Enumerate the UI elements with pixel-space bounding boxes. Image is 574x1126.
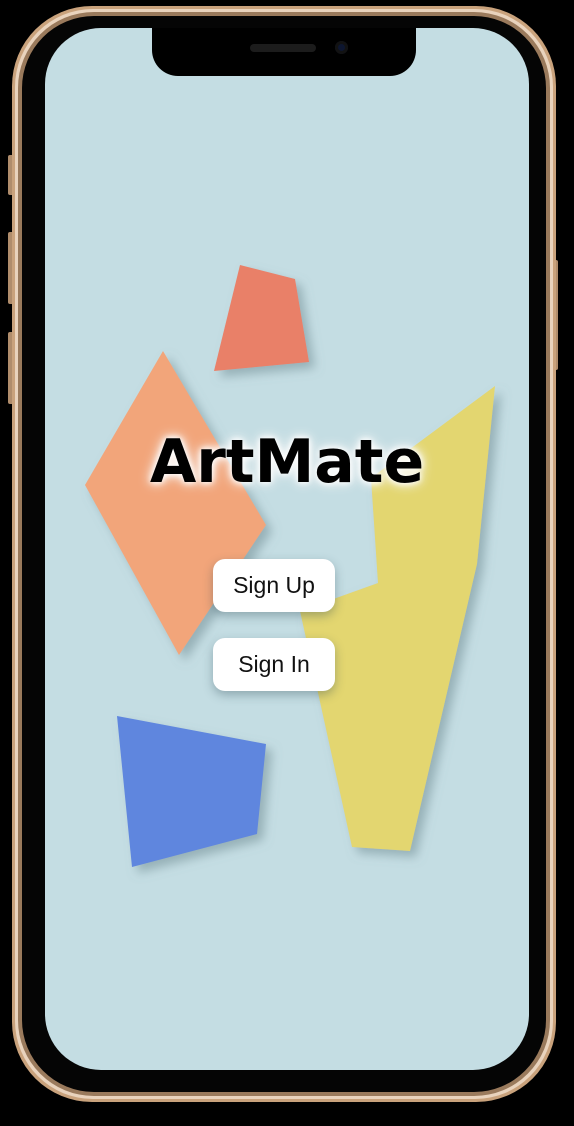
phone-device: ArtMate Sign Up Sign In <box>0 0 574 1126</box>
front-camera-icon <box>335 41 348 54</box>
app-title: ArtMate <box>149 427 425 497</box>
blue-shape <box>117 716 266 867</box>
coral-shape <box>214 265 309 371</box>
sign-up-button[interactable]: Sign Up <box>213 559 335 612</box>
app-screen <box>45 28 529 1070</box>
speaker-grille <box>250 44 316 52</box>
sign-in-button[interactable]: Sign In <box>213 638 335 691</box>
notch <box>152 28 416 76</box>
abstract-shapes-background <box>85 265 495 867</box>
